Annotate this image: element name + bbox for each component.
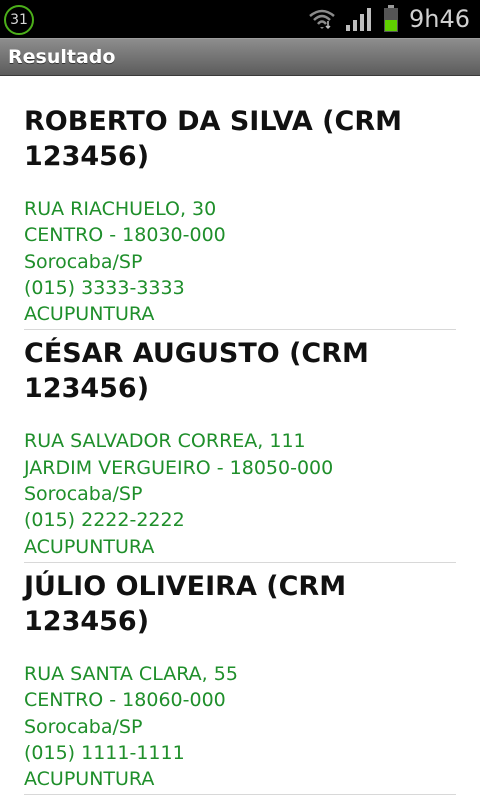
wifi-icon bbox=[309, 7, 335, 31]
phone: (015) 2222-2222 bbox=[24, 509, 185, 532]
title-bar: Resultado bbox=[0, 38, 480, 76]
address: RUA SANTA CLARA, 55 bbox=[24, 662, 238, 685]
district-zip: CENTRO - 18060-000 bbox=[24, 689, 226, 712]
status-bar: 31 9h46 bbox=[0, 0, 480, 38]
signal-icon bbox=[345, 6, 373, 32]
specialty: ACUPUNTURA bbox=[24, 303, 155, 326]
specialty: ACUPUNTURA bbox=[24, 535, 155, 558]
battery-icon bbox=[383, 5, 399, 33]
doctor-name: JÚLIO OLIVEIRA (CRM 123456) bbox=[24, 570, 347, 637]
city: Sorocaba/SP bbox=[24, 483, 143, 506]
address: RUA RIACHUELO, 30 bbox=[24, 198, 217, 220]
phone: (015) 3333-3333 bbox=[24, 276, 185, 299]
phone: (015) 1111-1111 bbox=[24, 741, 185, 764]
district-zip: JARDIM VERGUEIRO - 18050-000 bbox=[24, 456, 334, 479]
doctor-name: CÉSAR AUGUSTO (CRM 123456) bbox=[24, 338, 369, 405]
address: RUA SALVADOR CORREA, 111 bbox=[24, 430, 306, 453]
district-zip: CENTRO - 18030-000 bbox=[24, 224, 226, 247]
clock: 9h46 bbox=[408, 5, 470, 33]
list-item[interactable]: CÉSAR AUGUSTO (CRM 123456) RUA SALVADOR … bbox=[24, 330, 456, 563]
list-item[interactable]: ROBERTO DA SILVA (CRM 123456) RUA RIACHU… bbox=[24, 76, 456, 331]
city: Sorocaba/SP bbox=[24, 250, 143, 273]
page-title: Resultado bbox=[8, 46, 116, 68]
calendar-notification-icon: 31 bbox=[4, 5, 34, 35]
results-list[interactable]: ROBERTO DA SILVA (CRM 123456) RUA RIACHU… bbox=[0, 76, 480, 800]
city: Sorocaba/SP bbox=[24, 715, 143, 738]
list-item[interactable]: JÚLIO OLIVEIRA (CRM 123456) RUA SANTA CL… bbox=[24, 563, 456, 796]
specialty: ACUPUNTURA bbox=[24, 768, 155, 791]
doctor-name: ROBERTO DA SILVA (CRM 123456) bbox=[24, 106, 402, 172]
